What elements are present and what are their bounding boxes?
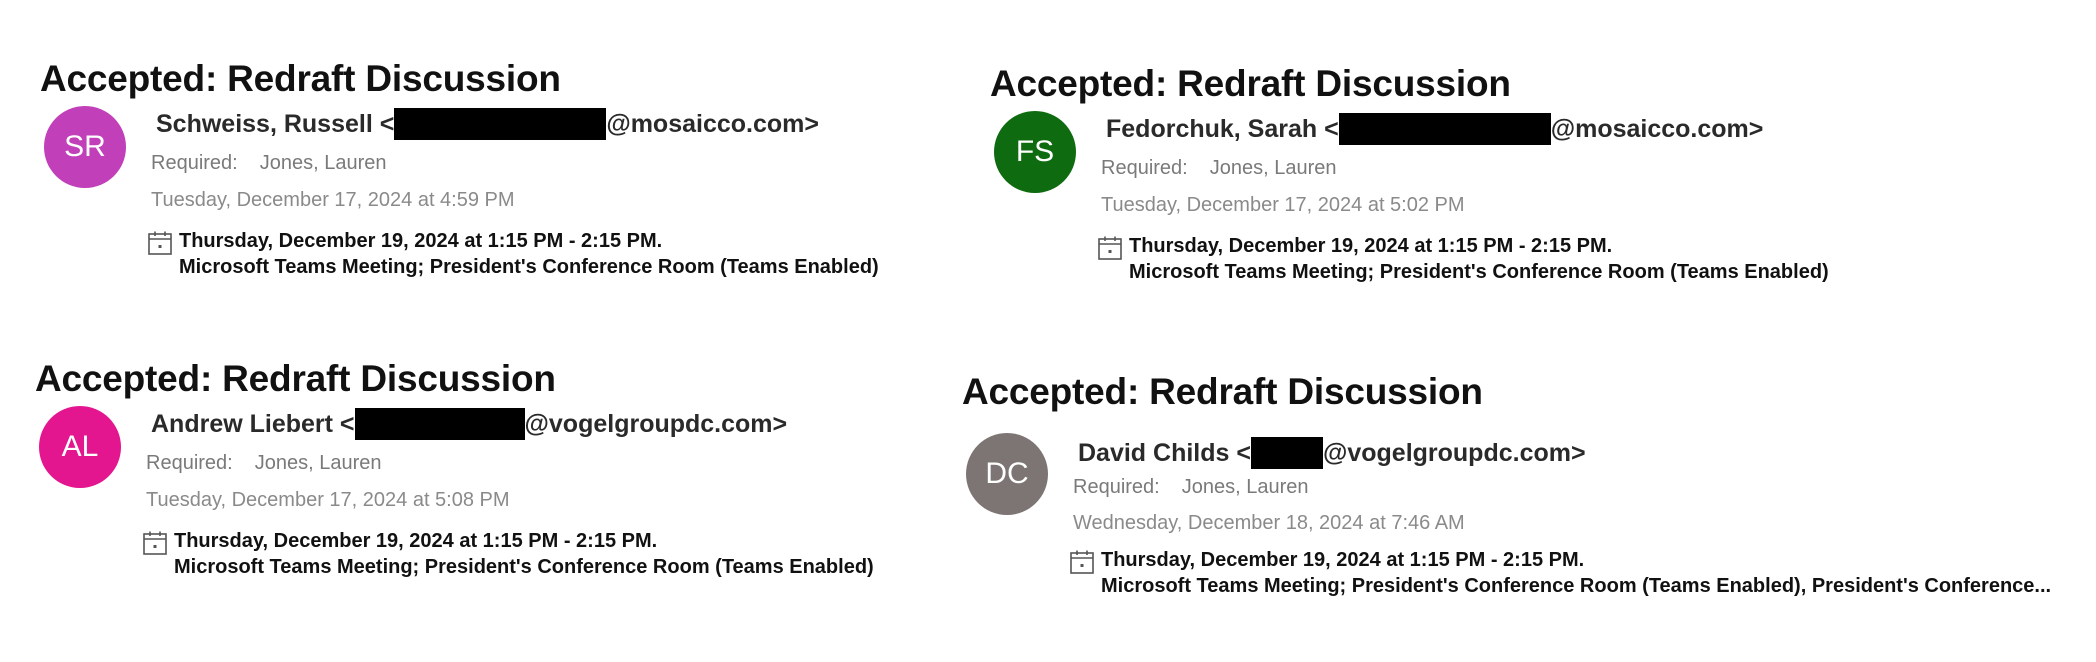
email-subject: Accepted: Redraft Discussion [962, 371, 1483, 412]
required-label: Required: [1101, 157, 1188, 179]
avatar: AL [39, 406, 121, 488]
required-value: Jones, Lauren [254, 452, 382, 474]
required-attendees: Required: Jones, Lauren [1073, 476, 1308, 499]
sender-email-domain: @mosaicco.com> [606, 109, 819, 138]
sender-name: Fedorchuk, Sarah < [1106, 114, 1339, 143]
required-value: Jones, Lauren [1181, 476, 1309, 498]
avatar: FS [994, 111, 1076, 193]
email-card-childs[interactable]: Accepted: Redraft Discussion DC David Ch… [962, 371, 2082, 631]
calendar-icon [148, 231, 172, 255]
required-attendees: Required: Jones, Lauren [151, 152, 386, 175]
meeting-time: Thursday, December 19, 2024 at 1:15 PM -… [174, 530, 658, 552]
meeting-location: Microsoft Teams Meeting; President's Con… [179, 256, 879, 278]
email-subject: Accepted: Redraft Discussion [35, 358, 556, 399]
sender-email-domain: @vogelgroupdc.com> [524, 409, 788, 438]
meeting-time: Thursday, December 19, 2024 at 1:15 PM -… [179, 230, 663, 252]
email-card-liebert[interactable]: Accepted: Redraft Discussion AL Andrew L… [35, 358, 1035, 618]
sender-line: Schweiss, Russell < @mosaicco.com> [156, 108, 819, 140]
required-attendees: Required: Jones, Lauren [146, 452, 381, 475]
sender-line: David Childs < @vogelgroupdc.com> [1078, 437, 1586, 469]
required-label: Required: [1073, 476, 1160, 498]
meeting-location: Microsoft Teams Meeting; President's Con… [174, 556, 874, 578]
email-subject: Accepted: Redraft Discussion [40, 58, 561, 99]
required-attendees: Required: Jones, Lauren [1101, 157, 1336, 180]
email-card-fedorchuk[interactable]: Accepted: Redraft Discussion FS Fedorchu… [990, 63, 1990, 323]
required-label: Required: [146, 452, 233, 474]
meeting-location: Microsoft Teams Meeting; President's Con… [1129, 261, 1829, 283]
sender-line: Fedorchuk, Sarah < @mosaicco.com> [1106, 113, 1763, 145]
redaction-bar [394, 108, 607, 140]
sender-email-domain: @vogelgroupdc.com> [1322, 438, 1586, 467]
required-value: Jones, Lauren [259, 152, 387, 174]
sender-email-domain: @mosaicco.com> [1550, 114, 1764, 143]
sent-timestamp: Tuesday, December 17, 2024 at 5:02 PM [1101, 194, 1465, 216]
avatar: DC [966, 433, 1048, 515]
redaction-bar [354, 408, 525, 440]
avatar: SR [44, 106, 126, 188]
meeting-time: Thursday, December 19, 2024 at 1:15 PM -… [1129, 235, 1613, 257]
required-value: Jones, Lauren [1209, 157, 1337, 179]
meeting-time: Thursday, December 19, 2024 at 1:15 PM -… [1101, 549, 1585, 571]
redaction-bar [1338, 113, 1551, 145]
required-label: Required: [151, 152, 238, 174]
email-card-schweiss[interactable]: Accepted: Redraft Discussion SR Schweiss… [40, 58, 1040, 318]
calendar-icon [1098, 236, 1122, 260]
sent-timestamp: Wednesday, December 18, 2024 at 7:46 AM [1073, 512, 1465, 534]
sender-name: Schweiss, Russell < [156, 109, 395, 138]
sender-name: David Childs < [1078, 438, 1251, 467]
sent-timestamp: Tuesday, December 17, 2024 at 5:08 PM [146, 489, 510, 511]
sender-line: Andrew Liebert < @vogelgroupdc.com> [151, 408, 787, 440]
calendar-icon [1070, 550, 1094, 574]
email-subject: Accepted: Redraft Discussion [990, 63, 1511, 104]
calendar-icon [143, 531, 167, 555]
meeting-location: Microsoft Teams Meeting; President's Con… [1101, 575, 2052, 597]
redaction-bar [1250, 437, 1323, 469]
sender-name: Andrew Liebert < [151, 409, 355, 438]
sent-timestamp: Tuesday, December 17, 2024 at 4:59 PM [151, 189, 515, 211]
